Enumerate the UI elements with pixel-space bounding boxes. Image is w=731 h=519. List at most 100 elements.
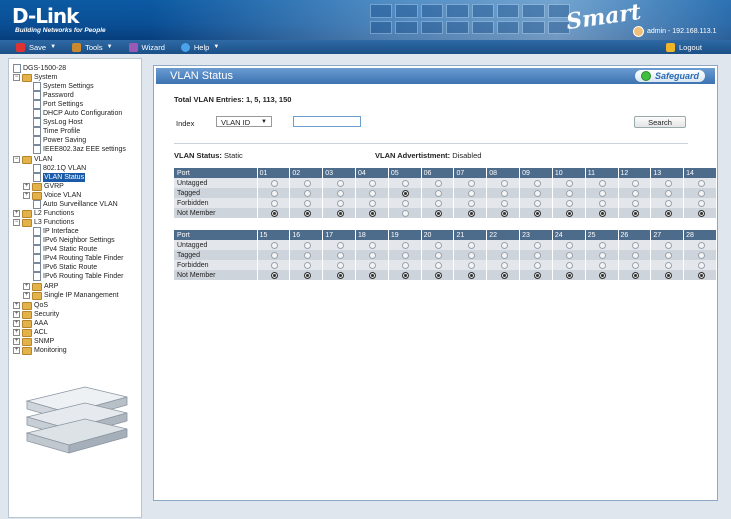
tree-power-saving[interactable]: Power Saving [33,136,86,145]
membership-radio-not-member[interactable] [664,271,672,279]
membership-radio-tagged[interactable] [533,251,541,259]
membership-radio-not-member[interactable] [271,209,278,217]
membership-radio-forbidden[interactable] [402,199,410,207]
tree-snmp[interactable]: + SNMP [13,337,54,346]
membership-radio-tagged[interactable] [631,189,639,197]
tree-acl[interactable]: + ACL [13,328,48,337]
membership-radio-not-member[interactable] [631,271,639,279]
membership-radio-untagged[interactable] [631,241,639,249]
membership-radio-forbidden[interactable] [566,199,574,207]
membership-radio-tagged[interactable] [336,251,344,259]
membership-radio-untagged[interactable] [402,241,410,249]
membership-radio-not-member[interactable] [467,271,475,279]
membership-radio-not-member[interactable] [435,209,443,217]
membership-radio-untagged[interactable] [533,179,541,187]
membership-radio-tagged[interactable] [599,189,607,197]
logout-button[interactable]: Logout [658,40,710,54]
tree-arp[interactable]: + ARP [23,282,58,291]
membership-radio-untagged[interactable] [500,179,508,187]
membership-radio-forbidden[interactable] [303,199,311,207]
tree-l3-functions[interactable]: − L3 Functions [13,218,74,227]
tree-ipv6-routing-finder[interactable]: IPv6 Routing Table Finder [33,272,123,281]
membership-radio-tagged[interactable] [664,189,672,197]
save-menu[interactable]: Save ▼ [8,40,64,54]
tree-ipv6-neighbor[interactable]: IPv6 Neighbor Settings [33,236,115,245]
tree-qos[interactable]: + QoS [13,301,48,310]
membership-radio-tagged[interactable] [303,251,311,259]
membership-radio-untagged[interactable] [533,241,541,249]
membership-radio-forbidden[interactable] [336,261,344,269]
membership-radio-not-member[interactable] [697,209,705,217]
membership-radio-tagged[interactable] [697,189,705,197]
membership-radio-tagged[interactable] [369,189,377,197]
membership-radio-forbidden[interactable] [631,199,639,207]
membership-radio-tagged[interactable] [336,189,344,197]
membership-radio-tagged[interactable] [566,189,574,197]
tree-8021q-vlan[interactable]: 802.1Q VLAN [33,164,86,173]
membership-radio-untagged[interactable] [697,179,705,187]
help-menu[interactable]: Help ▼ [173,40,227,54]
membership-radio-not-member[interactable] [336,209,344,217]
membership-radio-tagged[interactable] [402,251,410,259]
membership-radio-not-member[interactable] [336,271,344,279]
membership-radio-untagged[interactable] [566,179,574,187]
membership-radio-not-member[interactable] [369,271,377,279]
membership-radio-tagged[interactable] [599,251,607,259]
membership-radio-not-member[interactable] [697,271,705,279]
membership-radio-untagged[interactable] [402,179,410,187]
membership-radio-forbidden[interactable] [402,261,410,269]
membership-radio-tagged[interactable] [271,251,278,259]
membership-radio-tagged[interactable] [664,251,672,259]
membership-radio-untagged[interactable] [303,179,311,187]
tree-ipv4-static-route[interactable]: IPv4 Static Route [33,245,97,254]
membership-radio-not-member[interactable] [467,209,475,217]
membership-radio-tagged[interactable] [467,251,475,259]
tree-single-ip[interactable]: + Single IP Manangement [23,291,119,300]
membership-radio-tagged[interactable] [533,189,541,197]
membership-radio-untagged[interactable] [336,241,344,249]
membership-radio-untagged[interactable] [303,241,311,249]
tree-dhcp-auto[interactable]: DHCP Auto Configuration [33,109,122,118]
membership-radio-not-member[interactable] [435,271,443,279]
tree-eee[interactable]: IEEE802.3az EEE settings [33,145,126,154]
membership-radio-forbidden[interactable] [336,199,344,207]
membership-radio-tagged[interactable] [566,251,574,259]
tree-vlan-status[interactable]: VLAN Status [33,173,86,182]
membership-radio-tagged[interactable] [271,189,278,197]
membership-radio-forbidden[interactable] [664,261,672,269]
membership-radio-not-member[interactable] [402,271,410,279]
membership-radio-tagged[interactable] [467,189,475,197]
tree-port-settings[interactable]: Port Settings [33,100,83,109]
membership-radio-tagged[interactable] [697,251,705,259]
membership-radio-forbidden[interactable] [435,261,443,269]
membership-radio-not-member[interactable] [500,271,508,279]
membership-radio-tagged[interactable] [500,251,508,259]
membership-radio-forbidden[interactable] [566,261,574,269]
membership-radio-untagged[interactable] [631,179,639,187]
membership-radio-tagged[interactable] [435,189,443,197]
membership-radio-tagged[interactable] [500,189,508,197]
tree-voice-vlan[interactable]: + Voice VLAN [23,191,81,200]
membership-radio-not-member[interactable] [303,209,311,217]
membership-radio-forbidden[interactable] [435,199,443,207]
membership-radio-forbidden[interactable] [599,199,607,207]
membership-radio-not-member[interactable] [533,209,541,217]
membership-radio-untagged[interactable] [336,179,344,187]
membership-radio-untagged[interactable] [500,241,508,249]
membership-radio-untagged[interactable] [599,179,607,187]
membership-radio-not-member[interactable] [566,271,574,279]
wizard-menu[interactable]: Wizard [121,40,173,54]
membership-radio-forbidden[interactable] [271,199,278,207]
membership-radio-forbidden[interactable] [697,199,705,207]
membership-radio-untagged[interactable] [599,241,607,249]
membership-radio-forbidden[interactable] [631,261,639,269]
membership-radio-forbidden[interactable] [467,199,475,207]
membership-radio-untagged[interactable] [467,241,475,249]
tree-vlan[interactable]: − VLAN [13,155,52,164]
tree-ipv4-routing-finder[interactable]: IPv4 Routing Table Finder [33,254,123,263]
membership-radio-not-member[interactable] [599,209,607,217]
tree-monitoring[interactable]: + Monitoring [13,346,67,355]
tree-system-settings[interactable]: System Settings [33,82,94,91]
membership-radio-not-member[interactable] [566,209,574,217]
membership-radio-tagged[interactable] [303,189,311,197]
